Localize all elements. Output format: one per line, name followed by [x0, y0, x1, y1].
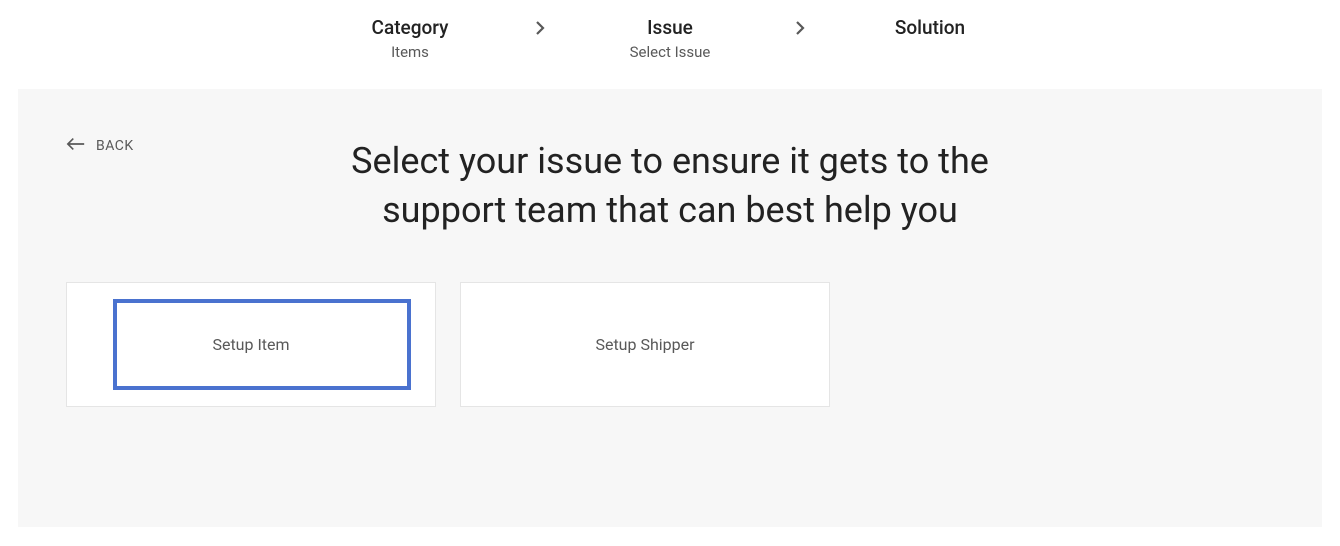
arrow-left-icon	[66, 137, 86, 155]
option-setup-item[interactable]: Setup Item	[66, 282, 436, 407]
option-label: Setup Item	[212, 335, 289, 354]
content-panel: BACK Select your issue to ensure it gets…	[18, 89, 1322, 527]
breadcrumb-title: Solution	[895, 16, 965, 39]
breadcrumb: Category Items Issue Select Issue Soluti…	[0, 0, 1340, 89]
breadcrumb-sub: Select Issue	[630, 43, 711, 61]
page-heading: Select your issue to ensure it gets to t…	[290, 129, 1050, 234]
back-label: BACK	[96, 138, 134, 154]
options-row: Setup Item Setup Shipper	[66, 282, 1274, 407]
breadcrumb-step-category[interactable]: Category Items	[310, 16, 510, 61]
breadcrumb-step-issue[interactable]: Issue Select Issue	[570, 16, 770, 61]
chevron-right-icon	[510, 16, 570, 36]
option-setup-shipper[interactable]: Setup Shipper	[460, 282, 830, 407]
chevron-right-icon	[770, 16, 830, 36]
back-button[interactable]: BACK	[66, 137, 134, 155]
breadcrumb-title: Category	[372, 16, 449, 39]
breadcrumb-sub: Items	[391, 43, 429, 61]
breadcrumb-title: Issue	[647, 16, 693, 39]
breadcrumb-step-solution[interactable]: Solution	[830, 16, 1030, 43]
option-label: Setup Shipper	[595, 335, 694, 354]
